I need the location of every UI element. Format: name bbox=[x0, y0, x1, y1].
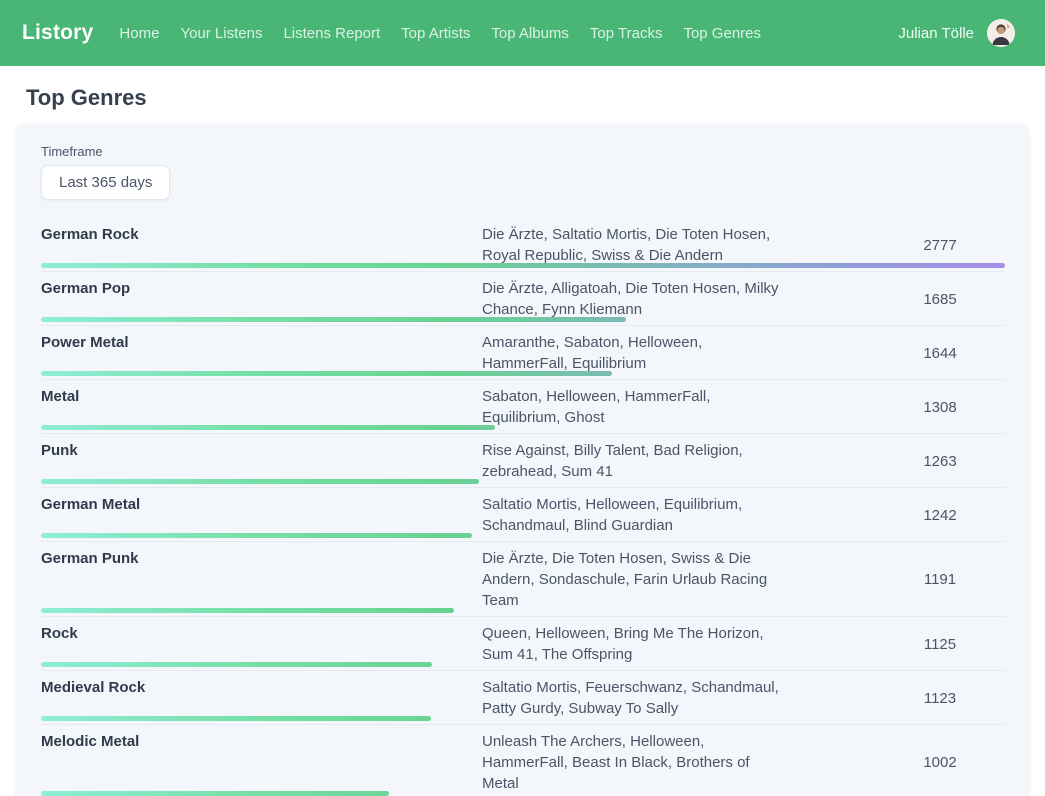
genre-artists: Rise Against, Billy Talent, Bad Religion… bbox=[482, 440, 875, 482]
genre-artists: Die Ärzte, Saltatio Mortis, Die Toten Ho… bbox=[482, 224, 875, 266]
genre-progress-bar bbox=[41, 608, 454, 613]
genre-count: 1242 bbox=[875, 494, 1005, 536]
genre-row: German PunkDie Ärzte, Die Toten Hosen, S… bbox=[41, 542, 1005, 617]
genre-row: RockQueen, Helloween, Bring Me The Horiz… bbox=[41, 617, 1005, 671]
genre-progress-bar bbox=[41, 371, 612, 376]
genre-name: Medieval Rock bbox=[41, 677, 482, 719]
genre-count: 1191 bbox=[875, 548, 1005, 611]
nav-item-top-artists[interactable]: Top Artists bbox=[401, 25, 470, 42]
genres-table: German RockDie Ärzte, Saltatio Mortis, D… bbox=[41, 218, 1005, 796]
genre-progress-bar bbox=[41, 425, 495, 430]
genre-count: 2777 bbox=[875, 224, 1005, 266]
genre-row: PunkRise Against, Billy Talent, Bad Reli… bbox=[41, 434, 1005, 488]
timeframe-select-button[interactable]: Last 365 days bbox=[41, 165, 170, 200]
genre-count: 1125 bbox=[875, 623, 1005, 665]
nav-item-top-genres[interactable]: Top Genres bbox=[683, 25, 761, 42]
genre-progress-bar bbox=[41, 263, 1005, 268]
genre-row: Melodic MetalUnleash The Archers, Hellow… bbox=[41, 725, 1005, 796]
genre-row: Power MetalAmaranthe, Sabaton, Helloween… bbox=[41, 326, 1005, 380]
user-avatar-icon[interactable] bbox=[987, 19, 1015, 47]
main-nav: Home Your Listens Listens Report Top Artist… bbox=[119, 25, 761, 42]
user-menu[interactable]: Julian Tölle bbox=[898, 19, 1015, 47]
genre-name: Power Metal bbox=[41, 332, 482, 374]
brand-logo[interactable]: Listory bbox=[22, 21, 93, 45]
nav-item-top-albums[interactable]: Top Albums bbox=[491, 25, 569, 42]
genre-count: 1644 bbox=[875, 332, 1005, 374]
genre-count: 1308 bbox=[875, 386, 1005, 428]
genre-count: 1685 bbox=[875, 278, 1005, 320]
genre-name: German Metal bbox=[41, 494, 482, 536]
genre-row: Medieval RockSaltatio Mortis, Feuerschwa… bbox=[41, 671, 1005, 725]
genre-name: German Rock bbox=[41, 224, 482, 266]
genre-artists: Queen, Helloween, Bring Me The Horizon, … bbox=[482, 623, 875, 665]
genre-count: 1123 bbox=[875, 677, 1005, 719]
nav-item-top-tracks[interactable]: Top Tracks bbox=[590, 25, 663, 42]
nav-item-home[interactable]: Home bbox=[119, 25, 159, 42]
genre-artists: Die Ärzte, Die Toten Hosen, Swiss & Die … bbox=[482, 548, 875, 611]
page-body: Top Genres Timeframe Last 365 days Germa… bbox=[0, 85, 1045, 796]
genre-name: Punk bbox=[41, 440, 482, 482]
nav-item-your-listens[interactable]: Your Listens bbox=[180, 25, 262, 42]
genre-count: 1263 bbox=[875, 440, 1005, 482]
genre-artists: Saltatio Mortis, Helloween, Equilibrium,… bbox=[482, 494, 875, 536]
genre-name: Metal bbox=[41, 386, 482, 428]
genre-name: Rock bbox=[41, 623, 482, 665]
genre-count: 1002 bbox=[875, 731, 1005, 794]
genre-artists: Sabaton, Helloween, HammerFall, Equilibr… bbox=[482, 386, 875, 428]
app-header: Listory Home Your Listens Listens Report To… bbox=[0, 0, 1045, 66]
genre-progress-bar bbox=[41, 533, 472, 538]
genre-artists: Unleash The Archers, Helloween, HammerFa… bbox=[482, 731, 875, 794]
page-title: Top Genres bbox=[26, 85, 1029, 111]
genre-progress-bar bbox=[41, 791, 389, 796]
genre-artists: Die Ärzte, Alligatoah, Die Toten Hosen, … bbox=[482, 278, 875, 320]
genre-progress-bar bbox=[41, 716, 431, 721]
genre-row: German PopDie Ärzte, Alligatoah, Die Tot… bbox=[41, 272, 1005, 326]
genre-progress-bar bbox=[41, 662, 432, 667]
genre-progress-bar bbox=[41, 479, 479, 484]
genre-row: German RockDie Ärzte, Saltatio Mortis, D… bbox=[41, 218, 1005, 272]
genre-row: German MetalSaltatio Mortis, Helloween, … bbox=[41, 488, 1005, 542]
genre-name: German Punk bbox=[41, 548, 482, 611]
user-name: Julian Tölle bbox=[898, 25, 974, 42]
top-genres-card: Timeframe Last 365 days German RockDie Ä… bbox=[16, 124, 1029, 796]
timeframe-label: Timeframe bbox=[41, 144, 1005, 159]
genre-artists: Saltatio Mortis, Feuerschwanz, Schandmau… bbox=[482, 677, 875, 719]
genre-row: MetalSabaton, Helloween, HammerFall, Equ… bbox=[41, 380, 1005, 434]
nav-item-listens-report[interactable]: Listens Report bbox=[283, 25, 380, 42]
genre-progress-bar bbox=[41, 317, 626, 322]
genre-name: Melodic Metal bbox=[41, 731, 482, 794]
genre-name: German Pop bbox=[41, 278, 482, 320]
genre-artists: Amaranthe, Sabaton, Helloween, HammerFal… bbox=[482, 332, 875, 374]
